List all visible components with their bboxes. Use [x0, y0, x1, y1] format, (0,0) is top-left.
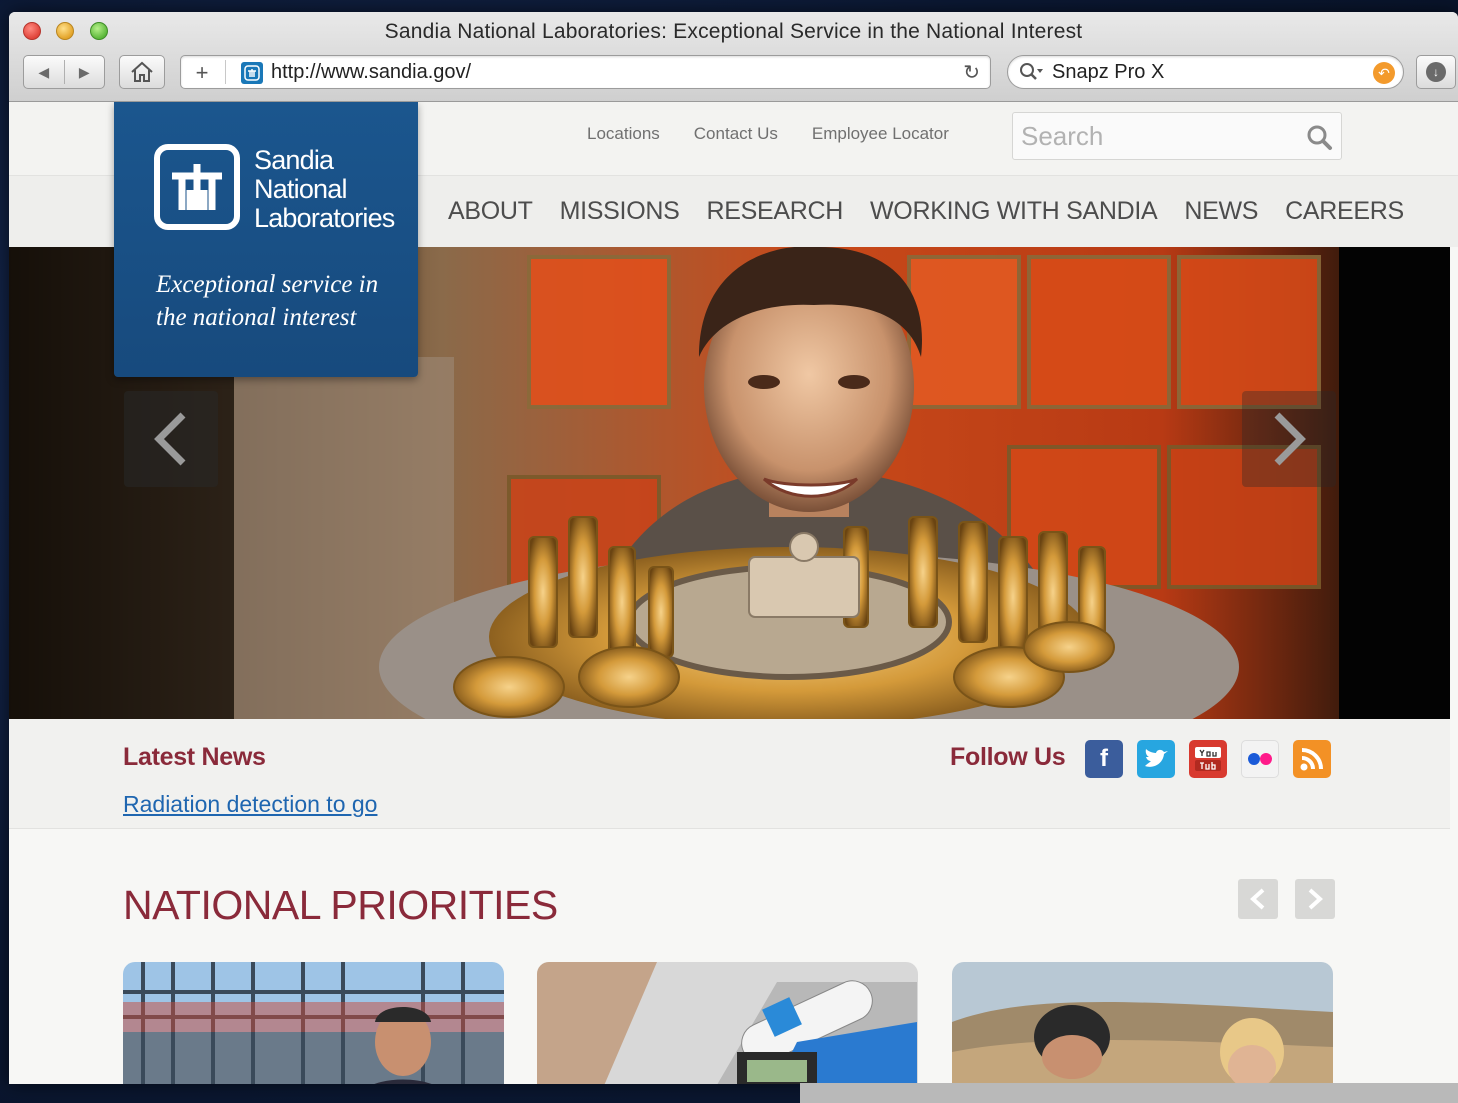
browser-toolbar: Sandia National Laboratories: Exceptiona… [9, 12, 1458, 102]
social-links: f [1085, 740, 1331, 778]
nav-about[interactable]: ABOUT [448, 197, 533, 226]
utility-links: Locations Contact Us Employee Locator [587, 124, 949, 144]
priority-image-field-team [952, 962, 1333, 1084]
nav-research[interactable]: RESEARCH [706, 197, 843, 226]
browser-search-value[interactable]: Snapz Pro X [1052, 61, 1164, 84]
main-navigation: ABOUT MISSIONS RESEARCH WORKING WITH SAN… [448, 197, 1431, 226]
desktop-window-edge [800, 1083, 1458, 1103]
site-search-input[interactable] [1013, 113, 1293, 159]
back-arrow-icon[interactable]: ◀ [24, 64, 64, 81]
priority-card-security[interactable] [952, 962, 1333, 1084]
facebook-icon[interactable]: f [1085, 740, 1123, 778]
snapback-icon[interactable]: ↶ [1373, 62, 1395, 84]
priority-card-energy[interactable] [123, 962, 504, 1084]
latest-news-link[interactable]: Radiation detection to go [123, 791, 377, 818]
locations-link[interactable]: Locations [587, 124, 660, 144]
youtube-icon[interactable] [1189, 740, 1227, 778]
add-bookmark-plus-icon[interactable]: + [189, 60, 215, 86]
forward-arrow-icon[interactable]: ▶ [65, 64, 105, 81]
logo-tagline: Exceptional service in the national inte… [156, 271, 379, 331]
priority-card-detection[interactable] [537, 962, 918, 1084]
news-band: Latest News Radiation detection to go Fo… [9, 719, 1450, 829]
nav-careers[interactable]: CAREERS [1285, 197, 1404, 226]
site-favicon-icon [241, 62, 263, 84]
download-arrow-icon: ↓ [1426, 62, 1446, 82]
window-title: Sandia National Laboratories: Exceptiona… [384, 20, 1083, 43]
national-priorities-heading: NATIONAL PRIORITIES [123, 882, 558, 928]
magnifier-dropdown-icon[interactable] [1018, 61, 1044, 88]
twitter-icon[interactable] [1137, 740, 1175, 778]
address-bar[interactable]: + http://www.sandia.gov/ ↻ [180, 55, 991, 89]
back-forward-buttons: ◀ ▶ [23, 55, 105, 89]
chevron-left-icon [154, 412, 186, 466]
nav-working-with-sandia[interactable]: WORKING WITH SANDIA [870, 197, 1158, 226]
url-text[interactable]: http://www.sandia.gov/ [271, 61, 471, 84]
sandia-logo[interactable]: Sandia National Laboratories Exceptional… [114, 102, 418, 377]
hero-next-button[interactable] [1242, 391, 1336, 487]
search-icon[interactable] [1305, 123, 1333, 151]
contact-us-link[interactable]: Contact Us [694, 124, 778, 144]
follow-us-heading: Follow Us [950, 743, 1066, 771]
reload-icon[interactable]: ↻ [963, 60, 980, 85]
browser-search-field[interactable]: Snapz Pro X ↶ [1007, 55, 1404, 89]
latest-news-heading: Latest News [123, 743, 266, 771]
logo-wordmark: Sandia National Laboratories [254, 145, 395, 233]
home-icon [131, 61, 153, 82]
employee-locator-link[interactable]: Employee Locator [812, 124, 949, 144]
flickr-icon[interactable] [1241, 740, 1279, 778]
priority-image-power-substation [123, 962, 504, 1084]
thunderbird-logo-icon [154, 144, 240, 230]
priority-image-radiation-detector [537, 962, 918, 1084]
priorities-next-button[interactable] [1295, 879, 1335, 919]
chevron-right-icon [1308, 888, 1323, 910]
chevron-left-icon [1250, 888, 1265, 910]
browser-window: Sandia National Laboratories: Exceptiona… [9, 12, 1458, 1084]
site-search [1012, 112, 1342, 160]
rss-icon[interactable] [1293, 740, 1331, 778]
home-button[interactable] [119, 55, 165, 89]
nav-missions[interactable]: MISSIONS [560, 197, 680, 226]
page-viewport: Locations Contact Us Employee Locator AB… [9, 102, 1458, 1084]
hero-previous-button[interactable] [124, 391, 218, 487]
priorities-previous-button[interactable] [1238, 879, 1278, 919]
downloads-button[interactable]: ↓ [1416, 55, 1456, 89]
nav-news[interactable]: NEWS [1184, 197, 1258, 226]
chevron-right-icon [1274, 412, 1306, 466]
